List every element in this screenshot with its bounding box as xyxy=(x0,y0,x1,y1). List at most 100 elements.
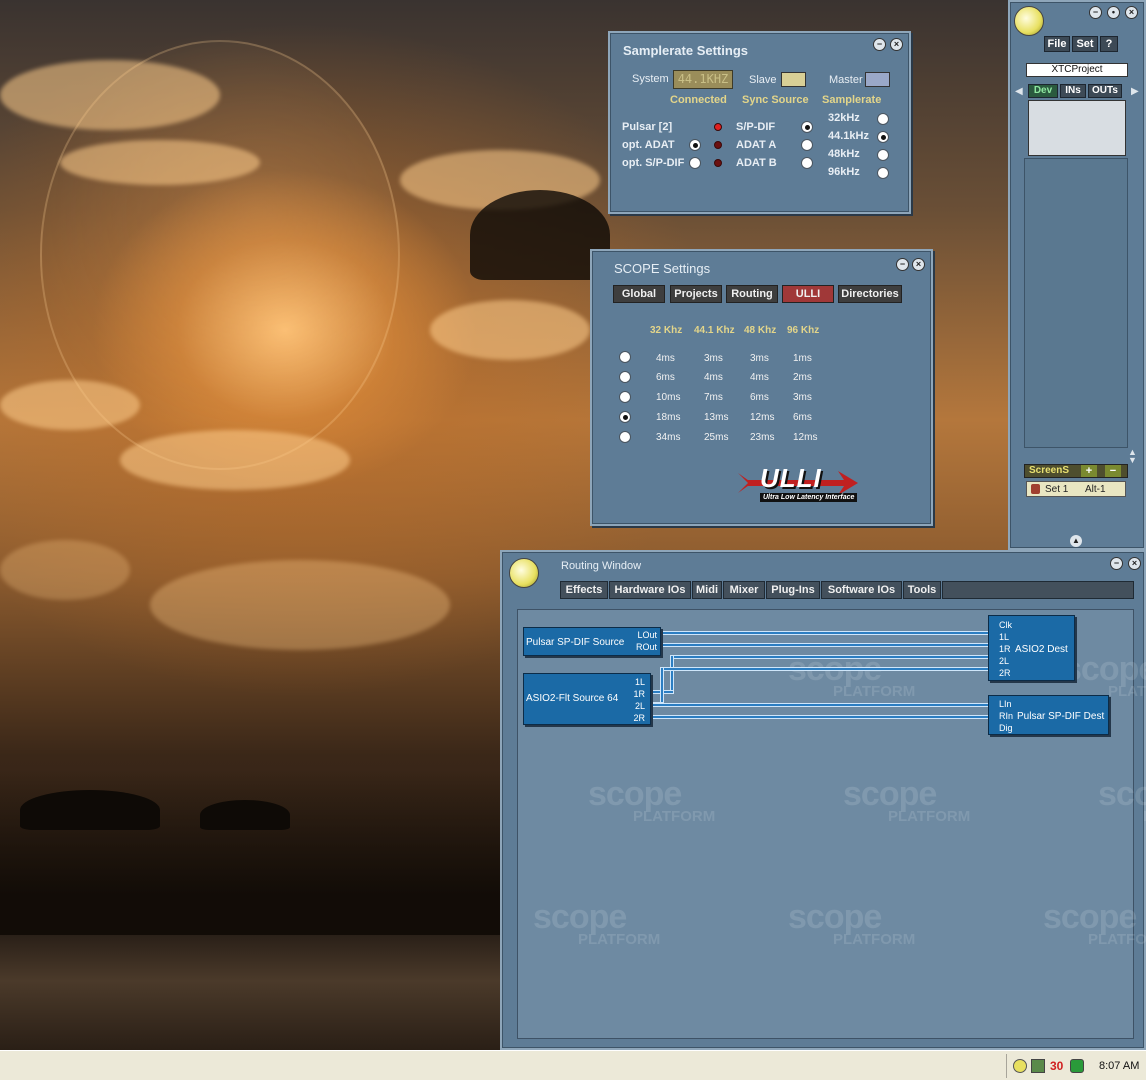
rate-441-label: 44.1kHz xyxy=(828,130,869,142)
cable[interactable] xyxy=(660,643,990,647)
pulsar-spdif-source-module[interactable]: Pulsar SP-DIF Source LOut ROut xyxy=(523,627,661,656)
minimize-icon[interactable]: − xyxy=(896,258,909,271)
window-title: Routing Window xyxy=(561,560,642,572)
port-2r[interactable]: 2R xyxy=(999,668,1011,678)
scroll-right-icon[interactable]: ▶ xyxy=(1131,86,1139,97)
cable[interactable] xyxy=(660,667,664,704)
cloud xyxy=(150,560,450,650)
sync-adat-a-radio[interactable] xyxy=(801,139,813,151)
screenset-item[interactable]: Set 1 Alt-1 xyxy=(1026,481,1126,497)
sync-spdif-label: S/P-DIF xyxy=(736,121,776,133)
cable[interactable] xyxy=(670,655,990,659)
set-menu[interactable]: Set xyxy=(1072,36,1098,52)
close-icon[interactable]: × xyxy=(890,38,903,51)
tray-count[interactable]: 30 xyxy=(1050,1059,1063,1073)
sync-adat-b-radio[interactable] xyxy=(801,157,813,169)
menu-software-ios[interactable]: Software IOs xyxy=(821,581,902,599)
tab-ulli[interactable]: ULLI xyxy=(782,285,834,303)
cloud xyxy=(430,300,590,360)
port-1r[interactable]: 1R xyxy=(999,644,1011,654)
menu-hardware-ios[interactable]: Hardware IOs xyxy=(609,581,691,599)
menu-effects[interactable]: Effects xyxy=(560,581,608,599)
tab-ins[interactable]: INs xyxy=(1060,84,1086,98)
tab-dev[interactable]: Dev xyxy=(1028,84,1058,98)
tab-routing[interactable]: Routing xyxy=(726,285,778,303)
port-clk[interactable]: Clk xyxy=(999,620,1012,630)
cable[interactable] xyxy=(660,631,990,635)
rate-441-radio[interactable] xyxy=(877,131,889,143)
minimize-icon[interactable]: − xyxy=(1089,6,1102,19)
asio2-dest-module[interactable]: Clk 1L 1R 2L 2R ASIO2 Dest xyxy=(988,615,1075,681)
help-menu[interactable]: ? xyxy=(1100,36,1118,52)
scope-logo-icon[interactable] xyxy=(509,558,539,588)
scope-watermark: scopePLATFORM xyxy=(1098,775,1146,825)
rate-48-radio[interactable] xyxy=(877,149,889,161)
minimize-icon[interactable]: − xyxy=(873,38,886,51)
port-2l[interactable]: 2L xyxy=(635,701,645,711)
latency-radio[interactable] xyxy=(619,411,631,423)
port-rout[interactable]: ROut xyxy=(636,642,657,652)
network-tray-icon[interactable] xyxy=(1031,1059,1045,1073)
latency-radio[interactable] xyxy=(619,351,631,363)
tab-projects[interactable]: Projects xyxy=(670,285,722,303)
sync-spdif-radio[interactable] xyxy=(801,121,813,133)
port-lout[interactable]: LOut xyxy=(637,630,657,640)
routing-canvas[interactable]: scopePLATFORM scopePLATFORM scopePLATFOR… xyxy=(517,609,1146,1039)
scroll-left-icon[interactable]: ◀ xyxy=(1015,86,1023,97)
rate-32-radio[interactable] xyxy=(877,113,889,125)
scope-logo-icon[interactable] xyxy=(1014,6,1044,36)
scroll-updown-icon[interactable]: ▲ ▼ xyxy=(1128,448,1137,465)
close-icon[interactable]: × xyxy=(912,258,925,271)
latency-cell: 12ms xyxy=(750,412,775,423)
screenset-header: ScreenS + − xyxy=(1024,464,1128,478)
latency-radio[interactable] xyxy=(619,391,631,403)
port-1l[interactable]: 1L xyxy=(635,677,645,687)
port-2l[interactable]: 2L xyxy=(999,656,1009,666)
add-screenset-button[interactable]: + xyxy=(1081,465,1097,477)
connection-led xyxy=(714,141,722,149)
pulsar-spdif-dest-module[interactable]: LIn RIn Dig Pulsar SP-DIF Dest xyxy=(988,695,1109,735)
latency-radio[interactable] xyxy=(619,371,631,383)
menu-mixer[interactable]: Mixer xyxy=(723,581,765,599)
port-1r[interactable]: 1R xyxy=(633,689,645,699)
menu-tools[interactable]: Tools xyxy=(903,581,941,599)
master-button[interactable] xyxy=(865,72,890,87)
remove-screenset-button[interactable]: − xyxy=(1105,465,1121,477)
col-96khz: 96 Khz xyxy=(787,325,820,336)
close-icon[interactable]: × xyxy=(1125,6,1138,19)
scope-tray-icon[interactable] xyxy=(1013,1059,1027,1073)
update-tray-icon[interactable] xyxy=(1070,1059,1084,1073)
connection-spdif-radio[interactable] xyxy=(689,157,701,169)
taskbar: 30 8:07 AM xyxy=(0,1050,1146,1080)
collapse-icon[interactable]: ▲ xyxy=(1070,535,1082,547)
cloud xyxy=(0,60,220,130)
module-name: ASIO2 Dest xyxy=(1015,644,1068,655)
tab-outs[interactable]: OUTs xyxy=(1088,84,1122,98)
port-2r[interactable]: 2R xyxy=(633,713,645,723)
tab-directories[interactable]: Directories xyxy=(838,285,902,303)
connection-adat-radio[interactable] xyxy=(689,139,701,151)
port-lin[interactable]: LIn xyxy=(999,699,1012,709)
port-rin[interactable]: RIn xyxy=(999,711,1013,721)
menu-midi[interactable]: Midi xyxy=(692,581,722,599)
minimize-icon[interactable]: − xyxy=(1110,557,1123,570)
cable[interactable] xyxy=(650,715,990,719)
port-1l[interactable]: 1L xyxy=(999,632,1009,642)
device-list[interactable] xyxy=(1028,100,1126,156)
rate-96-radio[interactable] xyxy=(877,167,889,179)
latency-cell: 25ms xyxy=(704,432,729,443)
cable[interactable] xyxy=(670,655,674,692)
port-dig[interactable]: Dig xyxy=(999,723,1013,733)
asio2-flt-source-module[interactable]: ASIO2-Flt Source 64 1L 1R 2L 2R xyxy=(523,673,651,725)
latency-radio[interactable] xyxy=(619,431,631,443)
rate-48-label: 48kHz xyxy=(828,148,860,160)
cable[interactable] xyxy=(660,667,990,671)
slave-button[interactable] xyxy=(781,72,806,87)
restore-icon[interactable]: • xyxy=(1107,6,1120,19)
menu-plug-ins[interactable]: Plug-Ins xyxy=(766,581,820,599)
file-menu[interactable]: File xyxy=(1044,36,1070,52)
tab-global[interactable]: Global xyxy=(613,285,665,303)
clock[interactable]: 8:07 AM xyxy=(1099,1060,1139,1072)
close-icon[interactable]: × xyxy=(1128,557,1141,570)
cable[interactable] xyxy=(650,703,990,707)
